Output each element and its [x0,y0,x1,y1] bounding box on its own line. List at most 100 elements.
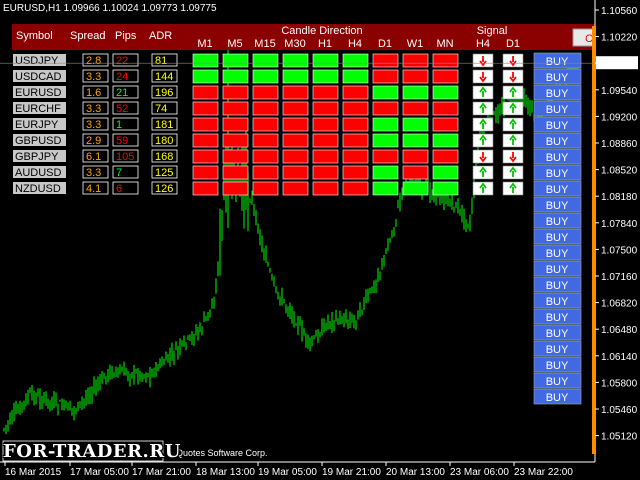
buy-button[interactable]: BUY [533,212,582,229]
buy-button[interactable]: BUY [533,276,582,293]
candle-direction-cell [192,101,219,116]
candle-direction-cell [432,117,459,132]
symbol-label: EURCHF [15,103,61,115]
symbol-row-gbpjpy: GBPJPY 6.1 105 168 [13,149,524,164]
spread-value: 1.6 [86,87,101,99]
adr-value: 125 [155,167,173,179]
candle-direction-cell [342,181,369,196]
buy-button[interactable]: BUY [533,52,582,69]
symbol-label: NZDUSD [15,183,61,195]
chart-title: EURUSD,H1 1.09966 1.10024 1.09773 1.0977… [3,3,217,14]
pips-value: 1 [116,119,122,131]
symbol-row-usdcad: USDCAD 3.3 24 144 [13,69,524,84]
buy-button[interactable]: BUY [533,228,582,245]
buy-button[interactable]: BUY [533,148,582,165]
spread-value: 3.3 [86,167,101,179]
ohlc-low: 1.09773 [141,3,178,14]
candle-direction-cell [192,181,219,196]
candle-direction-cell [282,181,309,196]
buy-button[interactable]: BUY [533,196,582,213]
candle-direction-cell [432,53,459,68]
candle-direction-cell [312,149,339,164]
candle-direction-cell [282,149,309,164]
candle-direction-cell [342,117,369,132]
candle-direction-cell [222,181,249,196]
candle-direction-cell [282,165,309,180]
buy-button-label: BUY [546,392,569,404]
pips-value: 59 [116,135,128,147]
buy-button-label: BUY [546,88,569,100]
candle-direction-cell [372,69,399,84]
adr-value: 81 [155,55,167,67]
symbol-row-eurusd: EURUSD 1.6 21 196 [13,85,524,100]
pips-value: 6 [116,183,122,195]
price-chart[interactable]: Candle Direction Signal Symbol Spread Pips AD… [0,0,640,480]
spread-value: 2.8 [86,55,101,67]
symbol-label: GBPJPY [15,151,59,163]
time-label: 19 Mar 05:00 [258,467,317,478]
buy-button-label: BUY [546,104,569,116]
buy-button[interactable]: BUY [533,180,582,197]
adr-value: 180 [155,135,173,147]
adr-value: 74 [155,103,167,115]
candle-direction-cell [252,181,279,196]
candle-direction-cell [252,69,279,84]
candle-direction-cell [312,53,339,68]
candle-direction-cell [372,165,399,180]
buy-button[interactable]: BUY [533,356,582,373]
buy-button[interactable]: BUY [533,116,582,133]
buy-button[interactable]: BUY [533,164,582,181]
candle-direction-cell [252,133,279,148]
price-label: 1.09775 [601,59,638,70]
price-label: 1.07160 [601,272,638,283]
pips-value: 24 [116,71,128,83]
header-tf-m5: M5 [227,38,242,50]
candle-direction-cell [432,165,459,180]
buy-button[interactable]: BUY [533,340,582,357]
candle-direction-cell [342,53,369,68]
candle-direction-cell [312,101,339,116]
buy-button[interactable]: BUY [533,260,582,277]
candle-direction-cell [192,133,219,148]
buy-button[interactable]: BUY [533,84,582,101]
buy-button[interactable]: BUY [533,372,582,389]
adr-value: 196 [155,87,173,99]
buy-button[interactable]: BUY [533,100,582,117]
price-label: 1.10220 [601,33,638,44]
buy-button[interactable]: BUY [533,68,582,85]
price-label: 1.06140 [601,352,638,363]
copyright-text: Quotes Software Corp. [176,448,268,458]
candle-direction-cell [252,85,279,100]
header-tf-d1: D1 [378,38,392,50]
candle-direction-cell [192,149,219,164]
time-label: 17 Mar 21:00 [132,467,191,478]
candle-direction-cell [372,117,399,132]
buy-button[interactable]: BUY [533,388,582,405]
candle-direction-cell [342,101,369,116]
buy-button-label: BUY [546,136,569,148]
candle-direction-cell [222,85,249,100]
buy-button[interactable]: BUY [533,308,582,325]
price-label: 1.09200 [601,112,638,123]
candle-direction-cell [372,53,399,68]
price-label: 1.05460 [601,405,638,416]
candle-direction-cell [402,101,429,116]
candle-direction-cell [372,101,399,116]
symbol-row-gbpusd: GBPUSD 2.9 59 180 [13,133,524,148]
candle-direction-cell [192,117,219,132]
buy-button[interactable]: BUY [533,324,582,341]
candle-direction-cell [222,165,249,180]
pips-value: 22 [116,55,128,67]
buy-button[interactable]: BUY [533,292,582,309]
buy-button-label: BUY [546,216,569,228]
symbol-label: EURUSD [15,87,62,99]
symbol-row-audusd: AUDUSD 3.3 7 125 [13,165,524,180]
price-label: 1.10560 [601,6,638,17]
candle-direction-cell [282,69,309,84]
buy-button[interactable]: BUY [533,244,582,261]
buy-button-label: BUY [546,232,569,244]
time-label: 23 Mar 06:00 [450,467,509,478]
candle-direction-cell [312,181,339,196]
buy-button[interactable]: BUY [533,132,582,149]
candle-direction-cell [402,117,429,132]
